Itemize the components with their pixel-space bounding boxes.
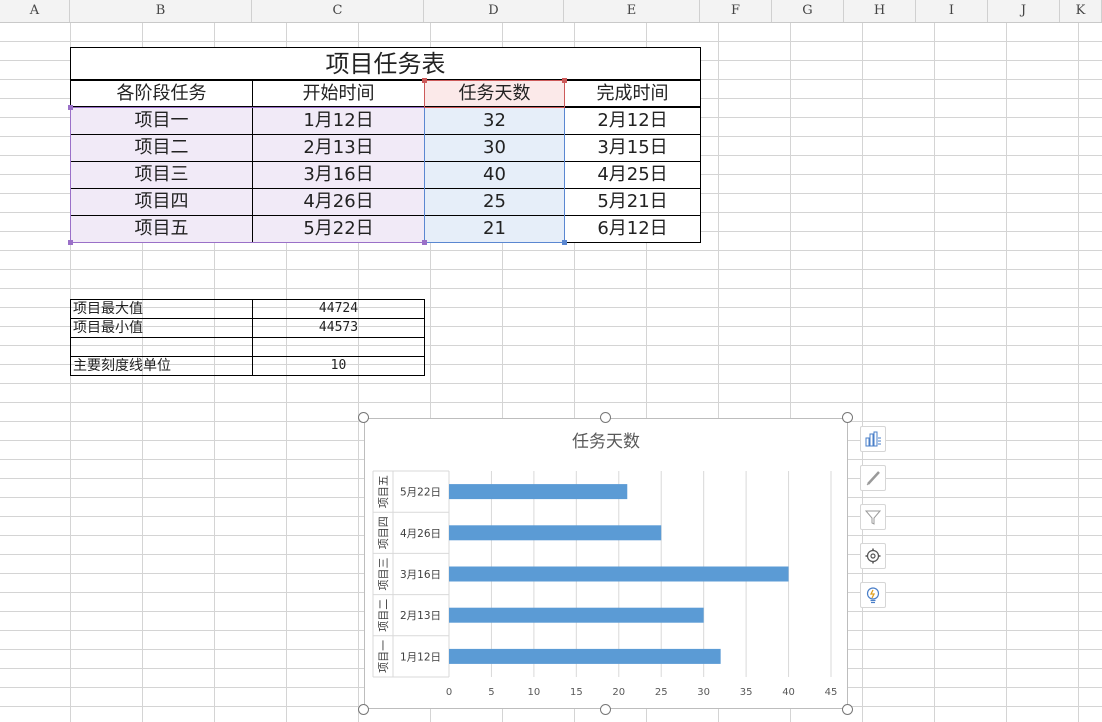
x-tick-label: 0 [446,687,452,698]
category-date-label: 4月26日 [400,528,441,540]
row4-task[interactable]: 项目四 [70,188,253,216]
range-handle[interactable] [68,105,73,110]
min-value[interactable]: 44573 [252,318,425,338]
column-header-F[interactable]: F [700,0,772,22]
chart-ideas-bulb-icon [864,586,882,604]
x-tick-label: 25 [655,687,668,698]
chart-settings-gear-icon [864,547,882,565]
chart-resize-handle[interactable] [842,412,853,423]
category-project-label: 项目二 [377,599,390,632]
unit-value[interactable]: 10 [252,356,425,376]
x-tick-label: 20 [612,687,625,698]
chart-resize-handle[interactable] [600,704,611,715]
column-header-I[interactable]: I [916,0,988,22]
chart-ideas-button[interactable] [860,582,886,608]
range-handle[interactable] [68,240,73,245]
row3-end[interactable]: 4月25日 [564,161,701,189]
chart-filter-button[interactable] [860,504,886,530]
row1-end[interactable]: 2月12日 [564,107,701,135]
unit-label[interactable]: 主要刻度线单位 [70,356,253,376]
column-header-A[interactable]: A [0,0,70,22]
chart-style-button[interactable] [860,465,886,491]
x-tick-label: 45 [825,687,838,698]
row4-days[interactable]: 25 [424,188,565,216]
x-tick-label: 40 [782,687,795,698]
chart-elements-button[interactable] [860,426,886,452]
column-header-H[interactable]: H [844,0,916,22]
category-project-label: 项目一 [377,640,390,673]
bar [449,567,789,582]
row2-task[interactable]: 项目二 [70,134,253,162]
chart-settings-button[interactable] [860,543,886,569]
row1-task[interactable]: 项目一 [70,107,253,135]
bar [449,649,721,664]
category-project-label: 项目四 [377,516,390,549]
empty-value-cell[interactable] [252,337,425,357]
row4-start[interactable]: 4月26日 [252,188,425,216]
chart-elements-icon [864,430,882,448]
row2-start[interactable]: 2月13日 [252,134,425,162]
x-tick-label: 10 [528,687,541,698]
row1-start[interactable]: 1月12日 [252,107,425,135]
row3-start[interactable]: 3月16日 [252,161,425,189]
header-days[interactable]: 任务天数 [424,80,565,107]
range-handle[interactable] [422,240,427,245]
row3-task[interactable]: 项目三 [70,161,253,189]
category-date-label: 5月22日 [400,487,441,499]
bar-chart[interactable]: 任务天数 0 5 10 15 20 25 30 35 40 45 1月12日项目一 2月13日项目二 3… [365,419,847,708]
column-header-C[interactable]: C [252,0,424,22]
row5-start[interactable]: 5月22日 [252,215,425,243]
min-label[interactable]: 项目最小值 [70,318,253,338]
column-header-B[interactable]: B [70,0,252,22]
category-date-label: 1月12日 [400,651,441,663]
chart-style-brush-icon [864,469,882,487]
column-header-G[interactable]: G [772,0,844,22]
header-task[interactable]: 各阶段任务 [70,80,253,107]
row3-days[interactable]: 40 [424,161,565,189]
table-title[interactable]: 项目任务表 [70,47,701,80]
header-start[interactable]: 开始时间 [252,80,425,107]
empty-label-cell[interactable] [70,337,253,357]
row4-end[interactable]: 5月21日 [564,188,701,216]
range-handle[interactable] [422,78,427,83]
max-value[interactable]: 44724 [252,299,425,319]
chart-object[interactable]: 任务天数 0 5 10 15 20 25 30 35 40 45 1月12日项目一 2月13日项目二 3… [364,418,848,709]
row2-days[interactable]: 30 [424,134,565,162]
chart-resize-handle[interactable] [842,704,853,715]
column-header-D[interactable]: D [424,0,564,22]
chart-resize-handle[interactable] [358,704,369,715]
chart-resize-handle[interactable] [358,412,369,423]
row5-days[interactable]: 21 [424,215,565,243]
row1-days[interactable]: 32 [424,107,565,135]
chart-filter-icon [864,508,882,526]
x-tick-label: 5 [488,687,494,698]
column-header-bar: A B C D E F G H I J K [0,0,1102,23]
range-handle[interactable] [562,240,567,245]
category-date-label: 3月16日 [400,569,441,581]
chart-title[interactable]: 任务天数 [572,432,640,452]
x-tick-label: 15 [570,687,583,698]
header-end[interactable]: 完成时间 [564,80,701,107]
column-header-K[interactable]: K [1060,0,1102,22]
chart-resize-handle[interactable] [600,412,611,423]
x-tick-label: 30 [697,687,710,698]
bar [449,484,627,499]
category-project-label: 项目三 [377,558,390,591]
category-date-label: 2月13日 [400,610,441,622]
x-tick-label: 35 [740,687,753,698]
row5-task[interactable]: 项目五 [70,215,253,243]
row2-end[interactable]: 3月15日 [564,134,701,162]
max-label[interactable]: 项目最大值 [70,299,253,319]
category-project-label: 项目五 [377,475,390,508]
bar [449,525,661,540]
column-header-E[interactable]: E [564,0,700,22]
bar [449,608,704,623]
row5-end[interactable]: 6月12日 [564,215,701,243]
range-handle[interactable] [562,78,567,83]
column-header-J[interactable]: J [988,0,1060,22]
